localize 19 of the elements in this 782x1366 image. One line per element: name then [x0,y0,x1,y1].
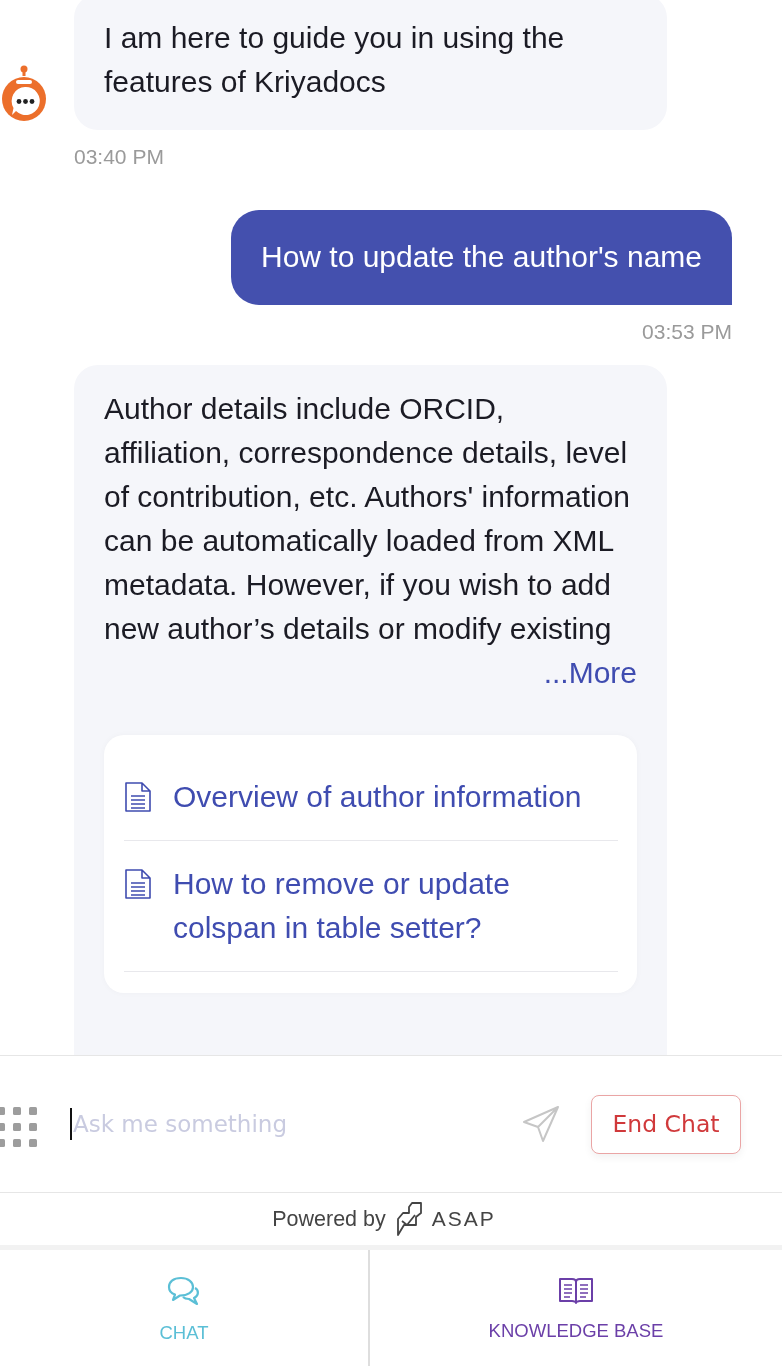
speech-bubbles-icon [167,1276,201,1306]
menu-button[interactable] [0,1107,37,1147]
document-icon [125,782,151,812]
powered-by-label: Powered by [272,1206,386,1232]
message-time: 03:40 PM [74,146,164,168]
end-chat-button[interactable]: End Chat [591,1094,741,1154]
article-link[interactable]: How to remove or update colspan in table setter? [173,862,603,950]
user-message: How to update the author's name [231,210,732,305]
send-button[interactable] [522,1105,560,1143]
bot-message-text: I am here to guide you in using the features of Kriyadocs [104,20,566,100]
more-link[interactable]: ...More [543,651,637,695]
article-link[interactable]: Overview of author information [173,775,582,819]
grid-icon [0,1107,37,1147]
bot-message-text: Author details include ORCID, affiliation, correspondence details, level of contribution, etc. Authors' information can be automatically loaded from XML metadata. However, if you wish to add new author’s details or modify existing [104,391,631,647]
document-icon [125,869,151,899]
brand-name: ASAP [431,1207,496,1231]
open-book-icon [558,1276,594,1304]
message-time: 03:53 PM [642,321,732,343]
send-icon [522,1105,560,1143]
